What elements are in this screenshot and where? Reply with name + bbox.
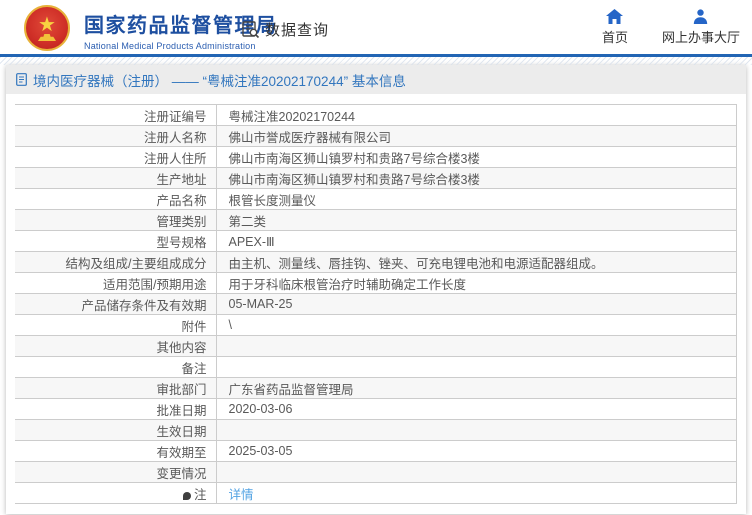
table-row: 生产地址 佛山市南海区狮山镇罗村和贵路7号综合楼3楼 xyxy=(15,167,737,189)
table-row: 管理类别 第二类 xyxy=(15,209,737,231)
row-value: 用于牙科临床根管治疗时辅助确定工作长度 xyxy=(215,272,737,294)
row-label: 注册证编号 xyxy=(15,104,216,126)
row-value: \ xyxy=(215,314,737,336)
table-row: 批准日期 2020-03-06 xyxy=(15,398,737,420)
row-label: 生效日期 xyxy=(15,419,216,441)
document-icon xyxy=(16,73,27,86)
row-label: 注册人名称 xyxy=(15,125,216,147)
table-row: 适用范围/预期用途 用于牙科临床根管治疗时辅助确定工作长度 xyxy=(15,272,737,294)
agency-name-en: National Medical Products Administration xyxy=(84,41,256,51)
table-row: 型号规格 APEX-Ⅲ xyxy=(15,230,737,252)
page-title-bar: 境内医疗器械（注册） —— “粤械注准20202170244” 基本信息 xyxy=(6,65,746,94)
data-query-button[interactable]: 数据查询 xyxy=(241,19,329,40)
site-header: ★ 国家药品监督管理局 National Medical Products Ad… xyxy=(0,0,752,57)
table-row: 备注 xyxy=(15,356,737,378)
registration-info-table: 注册证编号 粤械注准20202170244 注册人名称 佛山市誉成医疗器械有限公司 … xyxy=(15,104,737,504)
table-row: 审批部门 广东省药品监督管理局 xyxy=(15,377,737,399)
row-label: 其他内容 xyxy=(15,335,216,357)
row-value: 佛山市南海区狮山镇罗村和贵路7号综合楼3楼 xyxy=(215,167,737,189)
note-balloon-icon xyxy=(182,491,191,500)
table-row: 生效日期 xyxy=(15,419,737,441)
page-title: 境内医疗器械（注册） —— “粤械注准20202170244” 基本信息 xyxy=(33,73,406,89)
home-icon xyxy=(606,9,624,24)
table-row-note: 注 详情 xyxy=(15,482,737,504)
row-label: 注册人住所 xyxy=(15,146,216,168)
table-row: 变更情况 xyxy=(15,461,737,483)
row-label: 生产地址 xyxy=(15,167,216,189)
row-value: 粤械注准20202170244 xyxy=(215,104,737,126)
data-query-icon xyxy=(241,20,260,39)
row-label: 批准日期 xyxy=(15,398,216,420)
person-icon xyxy=(693,9,708,24)
national-emblem-logo: ★ xyxy=(24,5,70,51)
row-value: 第二类 xyxy=(215,209,737,231)
table-row: 结构及组成/主要组成成分 由主机、测量线、唇挂钩、锉夹、可充电锂电池和电源适配器组… xyxy=(15,251,737,273)
table-row: 其他内容 xyxy=(15,335,737,357)
nav-home[interactable]: 首页 xyxy=(602,9,628,46)
table-row: 产品储存条件及有效期 05-MAR-25 xyxy=(15,293,737,315)
nav-service-hall[interactable]: 网上办事大厅 xyxy=(662,9,740,46)
row-label: 结构及组成/主要组成成分 xyxy=(15,251,216,273)
nav-service-hall-label: 网上办事大厅 xyxy=(661,30,740,45)
row-value: 2025-03-05 xyxy=(215,440,737,462)
row-label: 适用范围/预期用途 xyxy=(15,272,216,294)
row-label: 产品储存条件及有效期 xyxy=(15,293,216,315)
row-value: 佛山市南海区狮山镇罗村和贵路7号综合楼3楼 xyxy=(215,146,737,168)
row-value: 佛山市誉成医疗器械有限公司 xyxy=(215,125,737,147)
details-link[interactable]: 详情 xyxy=(229,488,254,502)
table-row: 产品名称 根管长度测量仪 xyxy=(15,188,737,210)
row-value: 详情 xyxy=(215,482,737,504)
row-value: 广东省药品监督管理局 xyxy=(215,377,737,399)
row-value xyxy=(215,356,737,378)
table-row: 注册证编号 粤械注准20202170244 xyxy=(15,104,737,126)
top-nav: 首页 网上办事大厅 xyxy=(602,9,740,46)
row-value xyxy=(215,335,737,357)
row-value: 2020-03-06 xyxy=(215,398,737,420)
row-label: 附件 xyxy=(15,314,216,336)
nav-home-label: 首页 xyxy=(601,30,628,45)
content-panel: 境内医疗器械（注册） —— “粤械注准20202170244” 基本信息 注册证… xyxy=(6,65,746,514)
row-label: 变更情况 xyxy=(15,461,216,483)
row-label: 产品名称 xyxy=(15,188,216,210)
row-label: 有效期至 xyxy=(15,440,216,462)
diagonal-texture-strip xyxy=(0,57,752,65)
row-value xyxy=(215,461,737,483)
row-label: 备注 xyxy=(15,356,216,378)
row-label: 注 xyxy=(15,482,216,504)
row-label: 审批部门 xyxy=(15,377,216,399)
row-value: 根管长度测量仪 xyxy=(215,188,737,210)
row-label: 型号规格 xyxy=(15,230,216,252)
row-value: APEX-Ⅲ xyxy=(215,230,737,252)
table-row: 有效期至 2025-03-05 xyxy=(15,440,737,462)
row-value: 由主机、测量线、唇挂钩、锉夹、可充电锂电池和电源适配器组成。 xyxy=(215,251,737,273)
row-value xyxy=(215,419,737,441)
data-query-label: 数据查询 xyxy=(265,22,330,39)
table-row: 注册人住所 佛山市南海区狮山镇罗村和贵路7号综合楼3楼 xyxy=(15,146,737,168)
row-value: 05-MAR-25 xyxy=(215,293,737,315)
row-label: 管理类别 xyxy=(15,209,216,231)
emblem-star-icon: ★ xyxy=(38,14,56,36)
table-row: 注册人名称 佛山市誉成医疗器械有限公司 xyxy=(15,125,737,147)
table-row: 附件 \ xyxy=(15,314,737,336)
